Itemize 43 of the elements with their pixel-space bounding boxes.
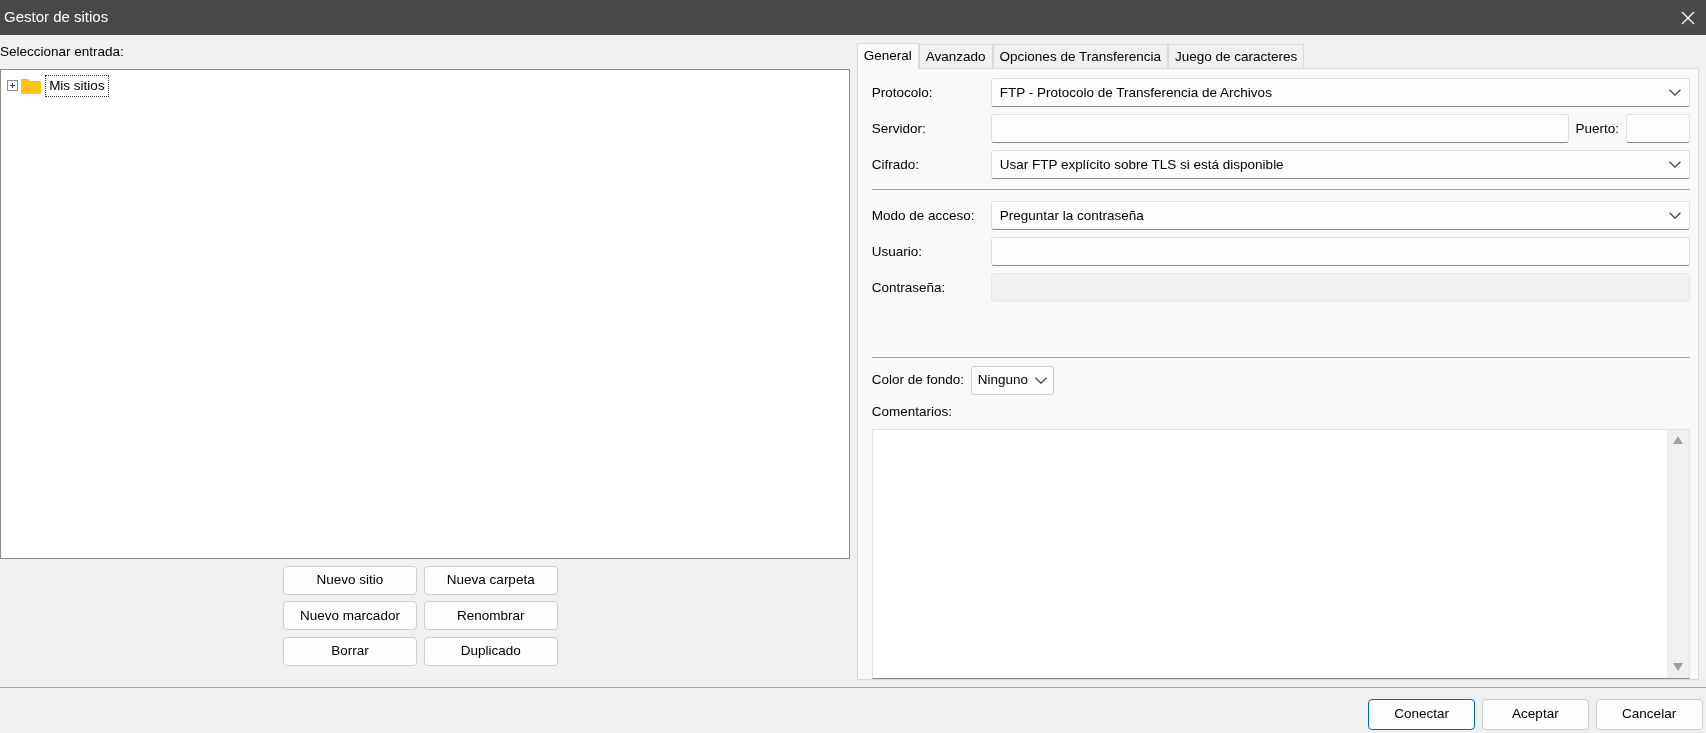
tree-action-button[interactable]: Duplicado xyxy=(423,637,558,666)
field-label: Modo de acceso: xyxy=(871,206,976,225)
tree-action-button[interactable]: Nuevo marcador xyxy=(283,601,417,631)
chevron-icon xyxy=(1668,89,1681,97)
field-label: Puerto: xyxy=(1575,119,1619,138)
scrollbar[interactable] xyxy=(1666,429,1689,678)
field-label: Usuario: xyxy=(871,242,924,261)
dropdown[interactable]: Usar FTP explícito sobre TLS si está disponible xyxy=(990,150,1690,180)
folder-icon xyxy=(21,77,42,94)
dropdown[interactable]: Preguntar la contraseña xyxy=(990,201,1690,231)
dialog-button[interactable]: Cancelar xyxy=(1595,698,1703,730)
expander-icon[interactable] xyxy=(7,80,18,92)
tab[interactable]: Juego de caracteres xyxy=(1167,43,1305,68)
dropdown[interactable]: FTP - Protocolo de Transferencia de Archivos xyxy=(990,78,1690,108)
scroll-down-icon[interactable] xyxy=(1672,662,1683,671)
color-dropdown[interactable]: Ninguno xyxy=(970,365,1054,395)
tab[interactable]: General xyxy=(856,42,919,69)
tree-item[interactable]: Mis sitios xyxy=(44,74,109,97)
comments-field[interactable] xyxy=(871,428,1690,679)
chevron-icon xyxy=(1668,212,1681,220)
chevron-icon xyxy=(1668,161,1681,169)
tab[interactable]: Avanzado xyxy=(918,43,993,68)
port-field[interactable] xyxy=(1625,114,1690,144)
field-label: Servidor: xyxy=(871,119,927,138)
field-label: Cifrado: xyxy=(871,155,921,174)
window-title: Gestor de sitios xyxy=(4,7,109,28)
scroll-up-icon[interactable] xyxy=(1672,436,1683,445)
tab[interactable]: Opciones de Transferencia xyxy=(992,43,1168,68)
close-icon[interactable] xyxy=(1681,10,1696,25)
tree-action-button[interactable]: Borrar xyxy=(283,637,417,666)
field-label: Protocolo: xyxy=(871,83,934,102)
field-label: Color de fondo: xyxy=(871,371,965,390)
tree-action-button[interactable]: Renombrar xyxy=(423,601,558,631)
tree-action-button[interactable]: Nueva carpeta xyxy=(423,565,558,595)
field-label: Contraseña: xyxy=(871,278,947,297)
chevron-icon xyxy=(1034,376,1047,384)
dialog-button[interactable]: Aceptar xyxy=(1481,698,1589,730)
tree-action-button[interactable]: Nuevo sitio xyxy=(283,565,417,595)
tree-label: Seleccionar entrada: xyxy=(0,42,125,61)
input-field[interactable] xyxy=(990,237,1690,267)
dialog-button[interactable]: Conectar xyxy=(1368,698,1476,730)
field-label: Comentarios: xyxy=(871,402,954,421)
input-field[interactable] xyxy=(990,114,1569,144)
